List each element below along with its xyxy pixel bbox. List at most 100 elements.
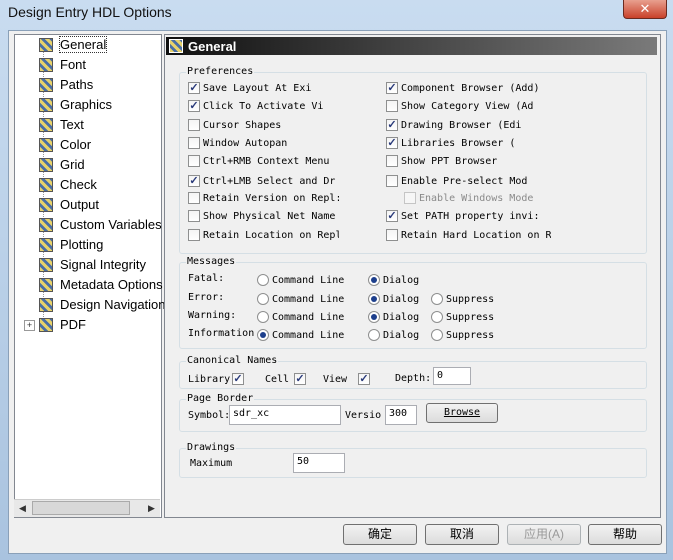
tree-item-color[interactable]: Color (15, 135, 161, 155)
checkbox-retain-hard-location-on-repl[interactable] (386, 229, 398, 241)
checkbox-enable-pre-select-mod[interactable] (386, 175, 398, 187)
checkbox-show-ppt-browser[interactable] (386, 155, 398, 167)
checkbox-label: Show Physical Net Name (203, 211, 336, 222)
checkbox-window-autopan[interactable] (188, 137, 200, 149)
message-error-label: Error: (188, 292, 225, 303)
checkbox-retain-version-on-repl[interactable] (188, 192, 200, 204)
tree-item-pdf[interactable]: + PDF (15, 315, 161, 335)
view-checkbox[interactable]: ✓ (358, 373, 370, 385)
tree-item-signal-integrity[interactable]: Signal Integrity (15, 255, 161, 275)
tree-item-output[interactable]: Output (15, 195, 161, 215)
radio-error-command-line[interactable] (257, 293, 269, 305)
tree-item-text-icon (39, 118, 53, 132)
checkbox-label: Show Category View (Ad (401, 101, 534, 112)
cell-label: Cell (265, 374, 290, 385)
radio-label: Suppress (446, 312, 495, 323)
tree-item-label: Check (60, 177, 97, 192)
maximum-input[interactable]: 50 (293, 453, 345, 473)
tree-item-metadata-options-icon (39, 278, 53, 292)
radio-warning-dialog[interactable] (368, 311, 380, 323)
radio-fatal-dialog[interactable] (368, 274, 380, 286)
radio-information-suppress[interactable] (431, 329, 443, 341)
cell-checkbox[interactable]: ✓ (294, 373, 306, 385)
page-border-label: Page Border (186, 393, 255, 404)
tree-item-label: Signal Integrity (60, 257, 146, 272)
tree-item-graphics[interactable]: Graphics (15, 95, 161, 115)
checkbox-retain-location-on-repl[interactable] (188, 229, 200, 241)
tree-item-check-icon (39, 178, 53, 192)
radio-warning-suppress[interactable] (431, 311, 443, 323)
message-information-label: Information (188, 328, 255, 339)
checkbox-show-category-view-ad[interactable] (386, 100, 398, 112)
library-checkbox[interactable]: ✓ (232, 373, 244, 385)
tree-item-custom-variables[interactable]: Custom Variables (15, 215, 162, 235)
depth-input[interactable]: 0 (433, 367, 471, 385)
tree-item-metadata-options[interactable]: Metadata Options (15, 275, 163, 295)
radio-label: Dialog (383, 312, 420, 323)
radio-warning-command-line[interactable] (257, 311, 269, 323)
tree-item-grid[interactable]: Grid (15, 155, 161, 175)
tree-item-paths[interactable]: Paths (15, 75, 161, 95)
tree-item-check[interactable]: Check (15, 175, 161, 195)
checkbox-save-layout-at-exi[interactable]: ✓ (188, 82, 200, 94)
checkbox-click-to-activate-vi[interactable]: ✓ (188, 100, 200, 112)
tree-item-font[interactable]: Font (15, 55, 161, 75)
checkbox-label: Enable Windows Mode (419, 193, 534, 204)
browse-button[interactable]: Browse (426, 403, 498, 423)
checkbox-show-physical-net-name[interactable] (188, 210, 200, 222)
checkbox-libraries-browser[interactable]: ✓ (386, 137, 398, 149)
tree-item-general[interactable]: General (15, 35, 161, 55)
version-input[interactable]: 300 (385, 405, 417, 425)
library-label: Library (188, 374, 231, 385)
checkbox-label: Retain Hard Location on Repl (401, 230, 551, 241)
radio-information-dialog[interactable] (368, 329, 380, 341)
scroll-left-arrow-icon[interactable]: ◀ (14, 500, 31, 517)
tree-item-design-navigation[interactable]: Design Navigation (15, 295, 166, 315)
checkbox-drawing-browser-edi[interactable]: ✓ (386, 119, 398, 131)
symbol-label: Symbol: (188, 410, 231, 421)
scroll-thumb[interactable] (32, 501, 130, 515)
radio-information-command-line[interactable] (257, 329, 269, 341)
tree-item-general-icon (39, 38, 53, 52)
panel-title: General (188, 39, 237, 54)
radio-label: Dialog (383, 330, 420, 341)
apply-button[interactable]: 应用(A) (507, 524, 581, 545)
message-warning-label: Warning: (188, 310, 237, 321)
help-button[interactable]: 帮助 (588, 524, 662, 545)
scroll-right-arrow-icon[interactable]: ▶ (143, 500, 160, 517)
checkbox-enable-windows-mode[interactable] (404, 192, 416, 204)
tree-horizontal-scrollbar[interactable]: ◀ ▶ (14, 499, 160, 517)
options-tree: General Font Paths Graphics Text Color Grid Che… (14, 34, 166, 518)
version-label: Versio (345, 410, 382, 421)
tree-expander-icon[interactable]: + (24, 320, 35, 331)
radio-fatal-command-line[interactable] (257, 274, 269, 286)
radio-label: Command Line (272, 275, 345, 286)
tree-item-label: Graphics (60, 97, 113, 112)
symbol-input[interactable]: sdr_xc (229, 405, 341, 425)
checkbox-cursor-shapes[interactable] (188, 119, 200, 131)
checkbox-label: Save Layout At Exi (203, 83, 312, 94)
radio-error-dialog[interactable] (368, 293, 380, 305)
checkbox-ctrl-rmb-context-menu[interactable] (188, 155, 200, 167)
tree-item-output-icon (39, 198, 53, 212)
checkbox-ctrl-lmb-select-and-dr[interactable]: ✓ (188, 175, 200, 187)
canonical-names-label: Canonical Names (186, 355, 279, 366)
checkbox-label: Window Autopan (203, 138, 288, 149)
checkbox-component-browser-add[interactable]: ✓ (386, 82, 398, 94)
checkbox-set-path-property-invi[interactable]: ✓ (386, 210, 398, 222)
drawings-group (179, 448, 647, 478)
tree-item-design-navigation-icon (39, 298, 53, 312)
tree-item-label: General (58, 36, 108, 53)
close-button[interactable]: ✕ (623, 0, 667, 19)
radio-label: Command Line (272, 330, 345, 341)
tree-item-color-icon (39, 138, 53, 152)
radio-error-suppress[interactable] (431, 293, 443, 305)
message-fatal-label: Fatal: (188, 273, 225, 284)
ok-button[interactable]: 确定 (343, 524, 417, 545)
cancel-button[interactable]: 取消 (425, 524, 499, 545)
radio-label: Command Line (272, 294, 345, 305)
tree-item-plotting[interactable]: Plotting (15, 235, 161, 255)
checkbox-label: Ctrl+LMB Select and Dr (203, 176, 336, 187)
tree-item-text[interactable]: Text (15, 115, 161, 135)
tree-item-label: Custom Variables (60, 217, 162, 232)
